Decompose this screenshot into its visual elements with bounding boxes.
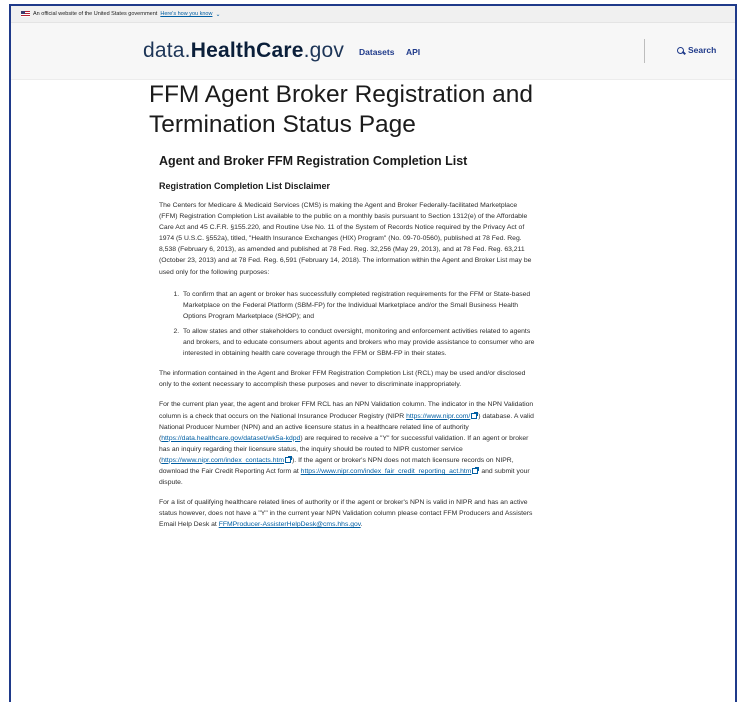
list-item: To confirm that an agent or broker has s… xyxy=(181,289,535,322)
external-link-icon xyxy=(471,411,479,419)
paragraph-intro: The Centers for Medicare & Medicaid Serv… xyxy=(159,202,532,276)
page-title: FFM Agent Broker Registration and Termin… xyxy=(149,81,534,138)
disclaimer-heading: Registration Completion List Disclaimer xyxy=(159,181,331,191)
paragraph-rcl-use: The information contained in the Agent a… xyxy=(159,370,526,389)
external-link-icon xyxy=(472,466,480,474)
nav-api[interactable]: API xyxy=(406,47,420,57)
paragraph-help-desk: For a list of qualifying healthcare rela… xyxy=(159,499,533,529)
page-subtitle: Agent and Broker FFM Registration Comple… xyxy=(159,154,468,168)
gov-banner-link[interactable]: Here's how you know xyxy=(160,11,212,17)
gov-banner-text: An official website of the United States… xyxy=(33,11,158,17)
us-flag-icon xyxy=(21,11,30,17)
nipr-link[interactable]: https://www.nipr.com/ xyxy=(406,413,470,420)
main-content: FFM Agent Broker Registration and Termin… xyxy=(149,80,535,530)
site-header: data.HealthCare.gov Datasets API Search xyxy=(11,23,735,80)
help-desk-email-link[interactable]: FFMProducer-AssisterHelpDesk@cms.hhs.gov xyxy=(219,521,361,528)
site-logo[interactable]: data.HealthCare.gov xyxy=(143,39,344,63)
nipr-contacts-link[interactable]: https://www.nipr.com/index_contacts.htm xyxy=(161,457,284,464)
search-icon xyxy=(677,46,684,54)
gov-banner: An official website of the United States… xyxy=(11,6,735,23)
search-label: Search xyxy=(688,45,717,55)
search-button[interactable]: Search xyxy=(677,45,716,55)
purposes-list: To confirm that an agent or broker has s… xyxy=(159,289,535,360)
lines-of-authority-link[interactable]: https://data.healthcare.gov/dataset/wk5a… xyxy=(161,435,300,442)
disclaimer-body: The Centers for Medicare & Medicaid Serv… xyxy=(159,200,535,530)
external-link-icon xyxy=(285,455,293,463)
browser-frame: An official website of the United States… xyxy=(9,4,737,702)
nav-datasets[interactable]: Datasets xyxy=(359,47,394,57)
header-divider xyxy=(644,39,645,63)
paragraph-npn-validation: For the current plan year, the agent and… xyxy=(159,401,534,487)
fcra-form-link[interactable]: https://www.nipr.com/index_fair_credit_r… xyxy=(301,468,472,475)
list-item: To allow states and other stakeholders t… xyxy=(181,326,535,359)
chevron-down-icon[interactable]: ⌄ xyxy=(215,11,220,18)
